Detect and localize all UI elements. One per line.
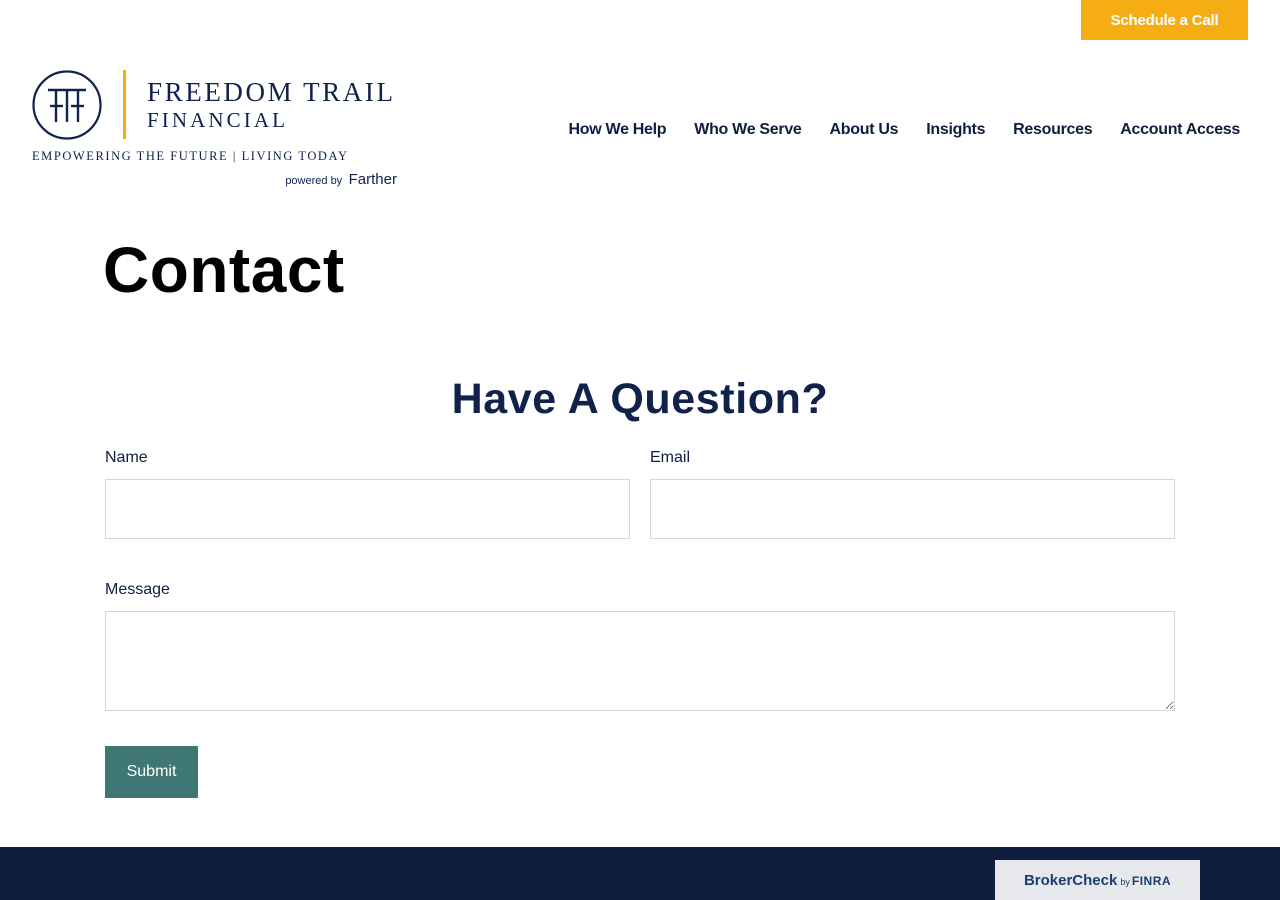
nav-resources[interactable]: Resources bbox=[1013, 121, 1092, 139]
page-title: Contact bbox=[103, 234, 345, 306]
nav-who-we-serve[interactable]: Who We Serve bbox=[694, 121, 802, 139]
logo-name: FREEDOM TRAIL bbox=[147, 77, 396, 107]
brokercheck-by: by bbox=[1120, 876, 1130, 887]
nav-how-we-help[interactable]: How We Help bbox=[569, 121, 667, 139]
site-logo[interactable]: FREEDOM TRAIL FINANCIAL EMPOWERING THE F… bbox=[32, 68, 398, 192]
logo-tagline: EMPOWERING THE FUTURE | LIVING TODAY bbox=[32, 149, 349, 163]
schedule-call-button[interactable]: Schedule a Call bbox=[1081, 0, 1248, 40]
nav-account-access[interactable]: Account Access bbox=[1120, 121, 1240, 139]
powered-by: powered by Farther bbox=[285, 171, 397, 190]
brokercheck-org: FINRA bbox=[1131, 873, 1172, 888]
logo-divider bbox=[123, 70, 126, 139]
powered-by-text: powered by bbox=[285, 175, 343, 187]
email-input[interactable] bbox=[650, 479, 1175, 539]
form-heading: Have A Question? bbox=[451, 375, 829, 423]
main-nav: How We Help Who We Serve About Us Insigh… bbox=[541, 118, 1241, 142]
partner-name: Farther bbox=[348, 171, 397, 188]
message-textarea[interactable] bbox=[105, 611, 1175, 711]
name-input[interactable] bbox=[105, 479, 630, 539]
logo-name-secondary: FINANCIAL bbox=[147, 108, 289, 132]
email-label: Email bbox=[650, 449, 691, 466]
message-label: Message bbox=[105, 581, 170, 598]
brokercheck-badge[interactable]: BrokerCheck by FINRA bbox=[995, 860, 1200, 900]
name-label: Name bbox=[105, 449, 148, 466]
ftf-monogram-icon bbox=[32, 70, 102, 140]
nav-about-us[interactable]: About Us bbox=[830, 121, 899, 139]
brokercheck-logo: BrokerCheck by FINRA bbox=[1024, 872, 1171, 889]
brokercheck-brand: BrokerCheck bbox=[1023, 871, 1118, 889]
submit-button[interactable]: Submit bbox=[105, 746, 198, 798]
footer: BrokerCheck by FINRA bbox=[0, 847, 1280, 900]
nav-insights[interactable]: Insights bbox=[926, 121, 985, 139]
